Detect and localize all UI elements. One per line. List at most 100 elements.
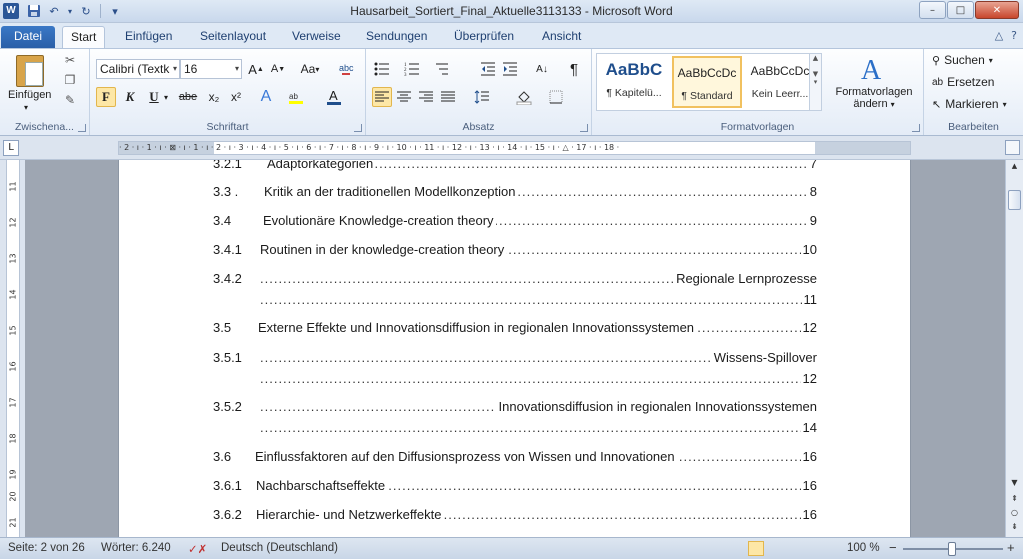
- page-count-status[interactable]: Seite: 2 von 26: [8, 542, 85, 554]
- word-count-status[interactable]: Wörter: 6.240: [101, 542, 171, 554]
- align-center-button[interactable]: [394, 87, 414, 107]
- zoom-out-button[interactable]: −: [889, 540, 897, 555]
- toc-entry[interactable]: ........................................…: [213, 505, 817, 525]
- full-screen-reading-view-icon[interactable]: [768, 541, 784, 556]
- paste-button[interactable]: Einfügen: [8, 89, 51, 101]
- find-button[interactable]: ⚲ Suchen ▾: [932, 53, 993, 67]
- align-right-button[interactable]: [416, 87, 436, 107]
- view-ruler-icon[interactable]: [1005, 140, 1020, 155]
- toc-entry[interactable]: ........................................…: [213, 211, 817, 231]
- numbering-icon[interactable]: 123: [402, 59, 422, 79]
- tab-stop-selector[interactable]: L: [3, 140, 19, 156]
- tab-references[interactable]: Verweise: [284, 26, 349, 48]
- zoom-in-button[interactable]: +: [1007, 540, 1015, 555]
- subscript-button[interactable]: x₂: [204, 87, 224, 107]
- tab-insert[interactable]: Einfügen: [117, 26, 180, 48]
- font-name-field[interactable]: Calibri (Textk ▾: [96, 59, 180, 79]
- clipboard-launcher-icon[interactable]: [78, 124, 86, 132]
- change-case-button[interactable]: Aa ▾: [296, 59, 324, 79]
- tab-file[interactable]: Datei: [1, 26, 55, 48]
- toc-entry[interactable]: ........................................…: [213, 318, 817, 338]
- document-page[interactable]: ........................................…: [118, 160, 911, 537]
- underline-dropdown-icon[interactable]: ▾: [164, 93, 168, 102]
- increase-indent-icon[interactable]: [500, 59, 520, 79]
- superscript-button[interactable]: x²: [226, 87, 246, 107]
- paste-icon[interactable]: [16, 55, 44, 87]
- line-spacing-icon[interactable]: [472, 87, 492, 107]
- replace-button[interactable]: ab Ersetzen: [932, 75, 994, 89]
- grow-font-button[interactable]: A ▲: [246, 59, 266, 79]
- shrink-font-button[interactable]: A ▼: [268, 59, 288, 79]
- toc-entry-continuation[interactable]: ........................................…: [213, 418, 817, 438]
- styles-launcher-icon[interactable]: [912, 124, 920, 132]
- vertical-ruler[interactable]: 11 12 13 14 15 16 17 18 19 20 21: [6, 160, 20, 537]
- text-effects-icon[interactable]: A: [256, 87, 276, 107]
- close-button[interactable]: ✕: [975, 1, 1019, 19]
- style-no-spacing[interactable]: AaBbCcDc Kein Leerr...: [745, 56, 815, 108]
- format-painter-icon[interactable]: ✎: [62, 93, 78, 109]
- toc-entry[interactable]: ........................................…: [213, 397, 817, 417]
- shading-icon[interactable]: [514, 87, 534, 107]
- toc-entry[interactable]: ........................................…: [213, 269, 817, 289]
- zoom-level[interactable]: 100 %: [847, 542, 880, 554]
- zoom-slider-thumb[interactable]: [948, 542, 956, 556]
- borders-icon[interactable]: [546, 87, 566, 107]
- previous-page-icon[interactable]: ⇞: [1008, 494, 1021, 507]
- show-marks-button[interactable]: ¶: [564, 59, 584, 79]
- next-page-icon[interactable]: ⇟: [1008, 522, 1021, 535]
- horizontal-ruler[interactable]: · 2 · ı · 1 · ı · ⊠ · ı · 1 · ı · 2 · ı …: [118, 141, 911, 155]
- proofing-icon[interactable]: ✓✗: [188, 542, 207, 556]
- bullets-icon[interactable]: [372, 59, 392, 79]
- multilevel-list-icon[interactable]: [432, 59, 452, 79]
- change-styles-button[interactable]: A Formatvorlagen ändern ▾: [826, 53, 922, 111]
- toc-entry[interactable]: ........................................…: [213, 240, 817, 260]
- copy-icon[interactable]: ❐: [62, 73, 78, 89]
- sort-icon[interactable]: A↓: [532, 59, 552, 79]
- tab-start[interactable]: Start: [62, 26, 106, 48]
- toc-entry[interactable]: ........................................…: [213, 348, 817, 368]
- browse-object-icon[interactable]: ○: [1008, 508, 1021, 521]
- highlight-icon[interactable]: ab: [286, 87, 306, 107]
- clear-formatting-icon[interactable]: abc: [336, 59, 356, 79]
- toc-entry[interactable]: ........................................…: [213, 182, 817, 202]
- tab-view[interactable]: Ansicht: [534, 26, 589, 48]
- underline-button[interactable]: U: [144, 87, 164, 107]
- toc-entry-continuation[interactable]: ........................................…: [213, 369, 817, 389]
- font-size-field[interactable]: 16 ▾: [180, 59, 242, 79]
- bold-button[interactable]: F: [96, 87, 116, 107]
- scroll-thumb[interactable]: [1008, 190, 1021, 210]
- strikethrough-button[interactable]: abe: [176, 87, 200, 107]
- vertical-scrollbar[interactable]: ▲ ▼ ⇞ ○ ⇟: [1005, 160, 1023, 537]
- maximize-button[interactable]: □: [947, 1, 974, 19]
- select-button[interactable]: ↖ Markieren ▾: [932, 97, 1007, 111]
- font-launcher-icon[interactable]: [354, 124, 362, 132]
- help-icon[interactable]: ?: [1011, 29, 1017, 42]
- web-layout-view-icon[interactable]: [786, 541, 802, 556]
- scroll-up-icon[interactable]: ▲: [1008, 162, 1021, 175]
- toc-entry-continuation[interactable]: ........................................…: [213, 290, 817, 310]
- paragraph-launcher-icon[interactable]: [580, 124, 588, 132]
- toc-entry[interactable]: ........................................…: [213, 476, 817, 496]
- tab-mailings[interactable]: Sendungen: [358, 26, 435, 48]
- minimize-ribbon-icon[interactable]: △: [995, 29, 1003, 42]
- toc-entry[interactable]: ........................................…: [213, 447, 817, 467]
- tab-page-layout[interactable]: Seitenlayout: [192, 26, 274, 48]
- toc-entry[interactable]: ........................................…: [213, 160, 817, 174]
- scroll-down-icon[interactable]: ▼: [1008, 478, 1021, 491]
- print-layout-view-icon[interactable]: [748, 541, 764, 556]
- tab-review[interactable]: Überprüfen: [446, 26, 522, 48]
- style-standard[interactable]: AaBbCcDc ¶ Standard: [672, 56, 742, 108]
- language-status[interactable]: Deutsch (Deutschland): [221, 542, 338, 554]
- justify-button[interactable]: [438, 87, 458, 107]
- paste-dropdown-icon[interactable]: ▾: [24, 103, 28, 112]
- italic-button[interactable]: K: [120, 87, 140, 107]
- minimize-button[interactable]: –: [919, 1, 946, 19]
- style-heading[interactable]: AaBbC ¶ Kapitelü...: [599, 56, 669, 108]
- font-color-icon[interactable]: A: [324, 87, 344, 107]
- cut-icon[interactable]: ✂: [62, 53, 78, 69]
- align-left-button[interactable]: [372, 87, 392, 107]
- decrease-indent-icon[interactable]: [478, 59, 498, 79]
- styles-gallery-scroll[interactable]: ▲ ▼ ▾: [809, 54, 821, 110]
- outline-view-icon[interactable]: [804, 541, 820, 556]
- draft-view-icon[interactable]: [822, 541, 838, 556]
